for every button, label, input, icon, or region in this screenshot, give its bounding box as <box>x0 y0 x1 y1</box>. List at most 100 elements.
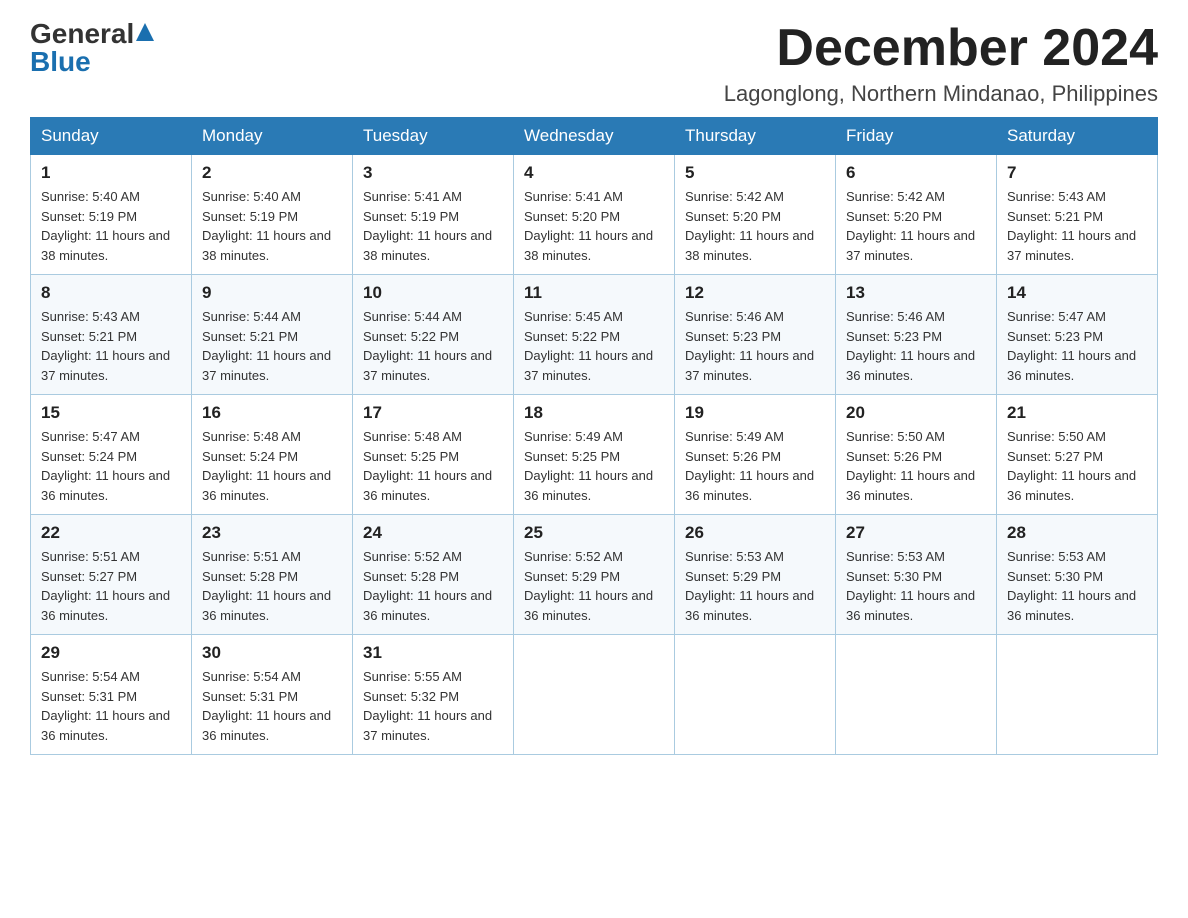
day-number: 23 <box>202 523 342 543</box>
calendar-cell: 4 Sunrise: 5:41 AMSunset: 5:20 PMDayligh… <box>514 155 675 275</box>
col-thursday: Thursday <box>675 118 836 155</box>
calendar-cell: 7 Sunrise: 5:43 AMSunset: 5:21 PMDayligh… <box>997 155 1158 275</box>
calendar-cell <box>836 635 997 755</box>
logo: General Blue <box>30 20 154 76</box>
day-number: 6 <box>846 163 986 183</box>
calendar-cell: 15 Sunrise: 5:47 AMSunset: 5:24 PMDaylig… <box>31 395 192 515</box>
day-info: Sunrise: 5:41 AMSunset: 5:20 PMDaylight:… <box>524 189 653 263</box>
day-number: 18 <box>524 403 664 423</box>
day-info: Sunrise: 5:45 AMSunset: 5:22 PMDaylight:… <box>524 309 653 383</box>
calendar-cell: 29 Sunrise: 5:54 AMSunset: 5:31 PMDaylig… <box>31 635 192 755</box>
calendar-cell: 9 Sunrise: 5:44 AMSunset: 5:21 PMDayligh… <box>192 275 353 395</box>
calendar-cell: 8 Sunrise: 5:43 AMSunset: 5:21 PMDayligh… <box>31 275 192 395</box>
day-number: 4 <box>524 163 664 183</box>
day-info: Sunrise: 5:41 AMSunset: 5:19 PMDaylight:… <box>363 189 492 263</box>
day-info: Sunrise: 5:49 AMSunset: 5:26 PMDaylight:… <box>685 429 814 503</box>
calendar-cell: 1 Sunrise: 5:40 AMSunset: 5:19 PMDayligh… <box>31 155 192 275</box>
day-number: 5 <box>685 163 825 183</box>
col-tuesday: Tuesday <box>353 118 514 155</box>
day-info: Sunrise: 5:46 AMSunset: 5:23 PMDaylight:… <box>685 309 814 383</box>
day-number: 9 <box>202 283 342 303</box>
calendar-cell: 31 Sunrise: 5:55 AMSunset: 5:32 PMDaylig… <box>353 635 514 755</box>
calendar-cell: 10 Sunrise: 5:44 AMSunset: 5:22 PMDaylig… <box>353 275 514 395</box>
day-info: Sunrise: 5:43 AMSunset: 5:21 PMDaylight:… <box>1007 189 1136 263</box>
col-friday: Friday <box>836 118 997 155</box>
day-info: Sunrise: 5:43 AMSunset: 5:21 PMDaylight:… <box>41 309 170 383</box>
day-info: Sunrise: 5:40 AMSunset: 5:19 PMDaylight:… <box>202 189 331 263</box>
day-info: Sunrise: 5:53 AMSunset: 5:29 PMDaylight:… <box>685 549 814 623</box>
day-number: 12 <box>685 283 825 303</box>
day-info: Sunrise: 5:47 AMSunset: 5:23 PMDaylight:… <box>1007 309 1136 383</box>
calendar-cell: 3 Sunrise: 5:41 AMSunset: 5:19 PMDayligh… <box>353 155 514 275</box>
day-number: 17 <box>363 403 503 423</box>
day-info: Sunrise: 5:47 AMSunset: 5:24 PMDaylight:… <box>41 429 170 503</box>
calendar-cell: 26 Sunrise: 5:53 AMSunset: 5:29 PMDaylig… <box>675 515 836 635</box>
day-number: 16 <box>202 403 342 423</box>
day-info: Sunrise: 5:44 AMSunset: 5:22 PMDaylight:… <box>363 309 492 383</box>
day-number: 25 <box>524 523 664 543</box>
calendar-cell: 24 Sunrise: 5:52 AMSunset: 5:28 PMDaylig… <box>353 515 514 635</box>
day-number: 22 <box>41 523 181 543</box>
day-info: Sunrise: 5:53 AMSunset: 5:30 PMDaylight:… <box>846 549 975 623</box>
day-number: 1 <box>41 163 181 183</box>
day-number: 20 <box>846 403 986 423</box>
col-sunday: Sunday <box>31 118 192 155</box>
calendar-cell: 11 Sunrise: 5:45 AMSunset: 5:22 PMDaylig… <box>514 275 675 395</box>
day-info: Sunrise: 5:42 AMSunset: 5:20 PMDaylight:… <box>846 189 975 263</box>
col-saturday: Saturday <box>997 118 1158 155</box>
col-monday: Monday <box>192 118 353 155</box>
day-info: Sunrise: 5:48 AMSunset: 5:24 PMDaylight:… <box>202 429 331 503</box>
calendar-cell: 19 Sunrise: 5:49 AMSunset: 5:26 PMDaylig… <box>675 395 836 515</box>
day-number: 28 <box>1007 523 1147 543</box>
calendar-cell: 16 Sunrise: 5:48 AMSunset: 5:24 PMDaylig… <box>192 395 353 515</box>
calendar-cell: 18 Sunrise: 5:49 AMSunset: 5:25 PMDaylig… <box>514 395 675 515</box>
day-number: 3 <box>363 163 503 183</box>
day-info: Sunrise: 5:48 AMSunset: 5:25 PMDaylight:… <box>363 429 492 503</box>
day-number: 24 <box>363 523 503 543</box>
month-year-title: December 2024 <box>724 20 1158 77</box>
day-number: 7 <box>1007 163 1147 183</box>
day-info: Sunrise: 5:52 AMSunset: 5:28 PMDaylight:… <box>363 549 492 623</box>
day-info: Sunrise: 5:54 AMSunset: 5:31 PMDaylight:… <box>202 669 331 743</box>
page-header: General Blue December 2024 Lagonglong, N… <box>30 20 1158 107</box>
day-number: 15 <box>41 403 181 423</box>
day-number: 14 <box>1007 283 1147 303</box>
day-info: Sunrise: 5:42 AMSunset: 5:20 PMDaylight:… <box>685 189 814 263</box>
day-info: Sunrise: 5:52 AMSunset: 5:29 PMDaylight:… <box>524 549 653 623</box>
calendar-cell: 30 Sunrise: 5:54 AMSunset: 5:31 PMDaylig… <box>192 635 353 755</box>
day-info: Sunrise: 5:53 AMSunset: 5:30 PMDaylight:… <box>1007 549 1136 623</box>
calendar-cell <box>675 635 836 755</box>
calendar-cell: 2 Sunrise: 5:40 AMSunset: 5:19 PMDayligh… <box>192 155 353 275</box>
title-section: December 2024 Lagonglong, Northern Minda… <box>724 20 1158 107</box>
logo-general-text: General <box>30 20 134 48</box>
logo-triangle-icon <box>136 23 154 41</box>
calendar-cell: 14 Sunrise: 5:47 AMSunset: 5:23 PMDaylig… <box>997 275 1158 395</box>
day-number: 10 <box>363 283 503 303</box>
week-row-1: 1 Sunrise: 5:40 AMSunset: 5:19 PMDayligh… <box>31 155 1158 275</box>
calendar-cell: 28 Sunrise: 5:53 AMSunset: 5:30 PMDaylig… <box>997 515 1158 635</box>
day-number: 2 <box>202 163 342 183</box>
day-info: Sunrise: 5:51 AMSunset: 5:28 PMDaylight:… <box>202 549 331 623</box>
col-wednesday: Wednesday <box>514 118 675 155</box>
day-info: Sunrise: 5:54 AMSunset: 5:31 PMDaylight:… <box>41 669 170 743</box>
day-number: 29 <box>41 643 181 663</box>
day-info: Sunrise: 5:40 AMSunset: 5:19 PMDaylight:… <box>41 189 170 263</box>
week-row-2: 8 Sunrise: 5:43 AMSunset: 5:21 PMDayligh… <box>31 275 1158 395</box>
calendar-cell <box>997 635 1158 755</box>
calendar-cell: 17 Sunrise: 5:48 AMSunset: 5:25 PMDaylig… <box>353 395 514 515</box>
day-info: Sunrise: 5:49 AMSunset: 5:25 PMDaylight:… <box>524 429 653 503</box>
day-number: 11 <box>524 283 664 303</box>
week-row-3: 15 Sunrise: 5:47 AMSunset: 5:24 PMDaylig… <box>31 395 1158 515</box>
day-number: 8 <box>41 283 181 303</box>
day-info: Sunrise: 5:50 AMSunset: 5:26 PMDaylight:… <box>846 429 975 503</box>
day-info: Sunrise: 5:55 AMSunset: 5:32 PMDaylight:… <box>363 669 492 743</box>
day-info: Sunrise: 5:46 AMSunset: 5:23 PMDaylight:… <box>846 309 975 383</box>
calendar-cell: 5 Sunrise: 5:42 AMSunset: 5:20 PMDayligh… <box>675 155 836 275</box>
logo-blue-text: Blue <box>30 48 91 76</box>
calendar-header-row: Sunday Monday Tuesday Wednesday Thursday… <box>31 118 1158 155</box>
day-info: Sunrise: 5:51 AMSunset: 5:27 PMDaylight:… <box>41 549 170 623</box>
day-number: 30 <box>202 643 342 663</box>
day-number: 31 <box>363 643 503 663</box>
day-number: 21 <box>1007 403 1147 423</box>
calendar-cell <box>514 635 675 755</box>
